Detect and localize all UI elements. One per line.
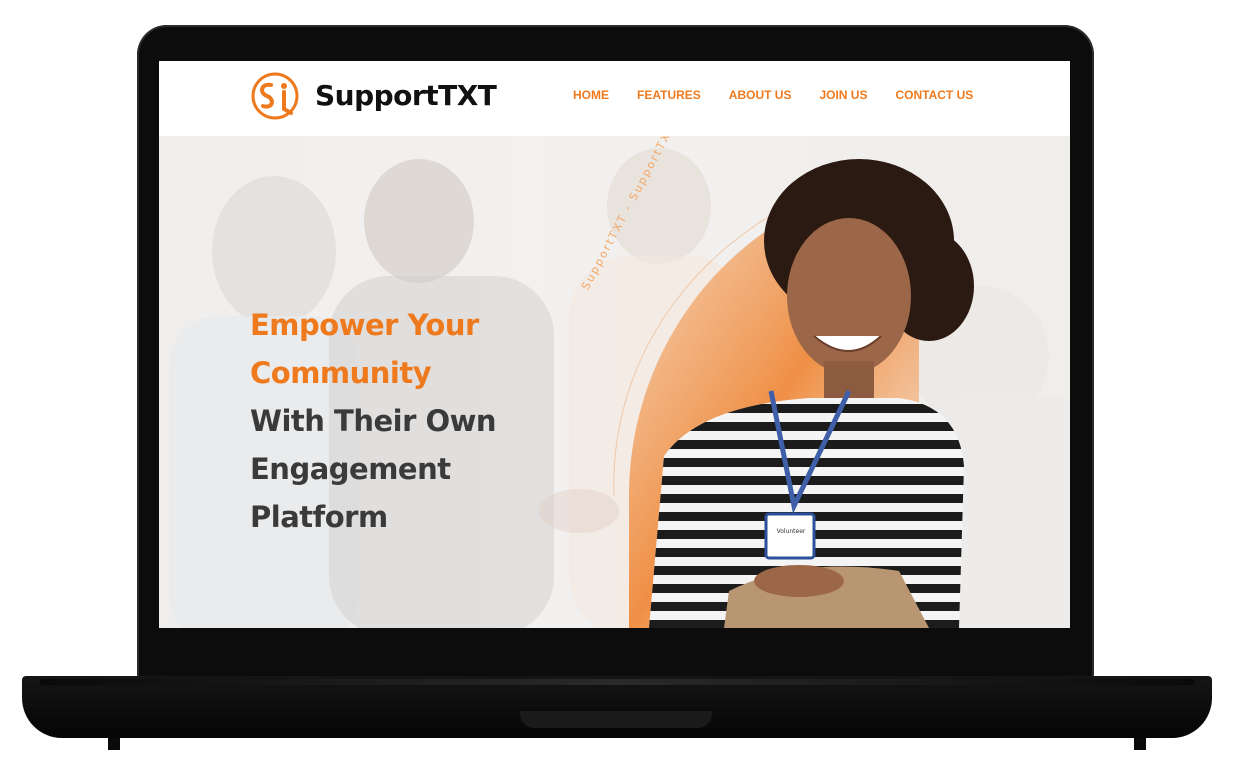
laptop-notch <box>520 711 712 728</box>
volunteer-badge-text: Volunteer <box>776 528 806 535</box>
laptop-base-edge <box>40 679 1195 685</box>
nav-about-us[interactable]: ABOUT US <box>729 88 792 102</box>
supporttxt-logo-icon[interactable] <box>249 71 305 121</box>
hero-headline: Empower Your Community With Their Own En… <box>250 301 570 541</box>
nav-contact-us[interactable]: CONTACT US <box>895 88 973 102</box>
nav-home[interactable]: HOME <box>573 88 609 102</box>
site-header: SupportTXT HOME FEATURES ABOUT US JOIN U… <box>159 61 1070 136</box>
nav-features[interactable]: FEATURES <box>637 88 701 102</box>
laptop-base <box>22 676 1212 738</box>
laptop-foot-left <box>108 738 120 750</box>
brand-name[interactable]: SupportTXT <box>315 79 497 112</box>
headline-line-4: Engagement <box>250 452 451 486</box>
nav-join-us[interactable]: JOIN US <box>819 88 867 102</box>
website-screen: SupportTXT HOME FEATURES ABOUT US JOIN U… <box>159 61 1070 628</box>
main-nav: HOME FEATURES ABOUT US JOIN US CONTACT U… <box>573 88 1001 102</box>
hero-section: Volunteer SupportTXT - SupportTXT Empowe… <box>159 136 1070 628</box>
laptop-foot-right <box>1134 738 1146 750</box>
headline-line-1: Empower Your <box>250 308 479 342</box>
headline-line-3: With Their Own <box>250 404 497 438</box>
headline-line-5: Platform <box>250 500 388 534</box>
headline-line-2: Community <box>250 356 432 390</box>
